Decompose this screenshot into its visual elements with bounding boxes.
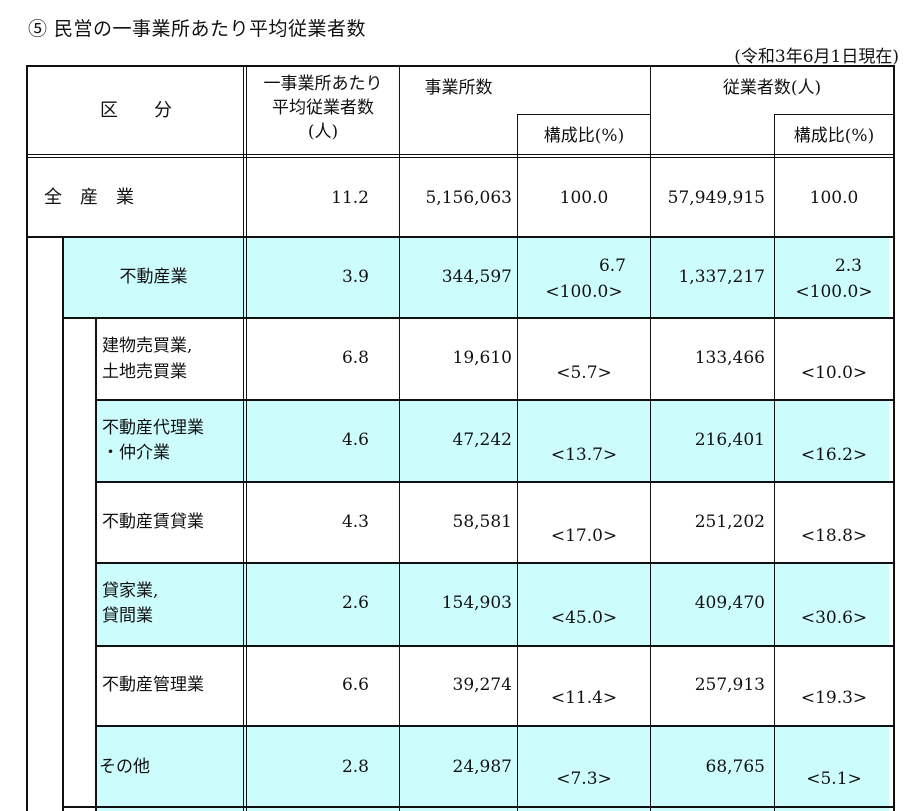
header-avg-line2: 平均従業者数 <box>272 98 374 118</box>
table-frame-top <box>26 65 895 67</box>
table-frame-right <box>893 65 895 811</box>
row-rule-1 <box>62 317 895 319</box>
row-ratio2-building-land-sales: <10.0> <box>800 363 868 383</box>
row-rule-4 <box>95 562 895 564</box>
row-emp-building-land-sales: 133,466 <box>694 348 765 368</box>
row-label-agency-brokerage-1: 不動産代理業 <box>102 418 204 438</box>
row-estab-all-industries: 5,156,063 <box>425 188 512 208</box>
row-avg-property-management: 6.6 <box>341 675 369 695</box>
row-avg-building-land-sales: 6.8 <box>341 348 369 368</box>
header-ratio-employees: 構成比(%) <box>793 126 875 146</box>
row-label-real-estate: 不動産業 <box>119 267 188 287</box>
row-ratio1-other: <7.3> <box>556 769 612 789</box>
row-ratio2-agency-brokerage: <16.2> <box>800 445 868 465</box>
category-col-rule-b <box>246 65 247 811</box>
row-ratio1-agency-brokerage: <13.7> <box>550 445 618 465</box>
header-ratio-establishments: 構成比(%) <box>543 126 625 146</box>
row-estab-property-management: 39,274 <box>452 675 512 695</box>
row-label-building-land-sales-1: 建物売買業, <box>102 336 193 356</box>
row-ratio1-real-estate: 6.7 <box>598 256 626 276</box>
header-rule-lower <box>26 157 895 158</box>
row-ratio1-all-industries: 100.0 <box>559 188 609 208</box>
header-rule-upper <box>26 154 895 155</box>
row-ratio2-real-estate: 2.3 <box>834 256 862 276</box>
header-avg-line1: 一事業所あたり <box>263 74 383 94</box>
row-estab-agency-brokerage: 47,242 <box>452 430 512 450</box>
row-label-property-management: 不動産管理業 <box>102 675 204 695</box>
row-rule-2 <box>95 399 895 401</box>
row-emp-real-estate-leasing: 251,202 <box>694 512 765 532</box>
row-estab-house-room-rental: 154,903 <box>441 593 512 613</box>
row-rule-6 <box>95 725 895 727</box>
row-emp-real-estate: 1,337,217 <box>678 267 765 287</box>
row-ratio1-house-room-rental: <45.0> <box>550 608 618 628</box>
header-avg-line3: (人) <box>307 122 339 142</box>
row-ratio1-real-estate-leasing: <17.0> <box>550 526 618 546</box>
reference-date: (令和3年6月1日現在) <box>734 47 899 67</box>
row-avg-agency-brokerage: 4.6 <box>341 430 369 450</box>
ratio1-header-rule <box>517 114 650 115</box>
row-emp-house-room-rental: 409,470 <box>694 593 765 613</box>
row-rule-all <box>26 236 895 238</box>
table-title: ⑤ 民営の一事業所あたり平均従業者数 <box>28 18 367 40</box>
row-ratio2-real-estate-leasing: <18.8> <box>800 526 868 546</box>
header-category: 区 分 <box>100 100 172 121</box>
row-ratio1-real-estate-share: <100.0> <box>545 282 623 302</box>
row-ratio2-house-room-rental: <30.6> <box>800 608 868 628</box>
row-avg-real-estate-leasing: 4.3 <box>341 512 369 532</box>
row-avg-real-estate: 3.9 <box>341 267 369 287</box>
row-estab-real-estate-leasing: 58,581 <box>452 512 512 532</box>
row-ratio2-all-industries: 100.0 <box>809 188 859 208</box>
row-ratio2-real-estate-share: <100.0> <box>795 282 873 302</box>
row-label-agency-brokerage-2: ・仲介業 <box>102 443 170 463</box>
row-emp-agency-brokerage: 216,401 <box>694 430 765 450</box>
row-ratio2-property-management: <19.3> <box>800 688 868 708</box>
row-emp-property-management: 257,913 <box>694 675 765 695</box>
row-ratio2-other: <5.1> <box>806 769 862 789</box>
row-label-house-room-rental-1: 貸家業, <box>102 581 159 601</box>
indent-rule-level2 <box>95 317 97 811</box>
row-label-house-room-rental-2: 貸間業 <box>102 606 153 626</box>
row-emp-all-industries: 57,949,915 <box>667 188 765 208</box>
header-employees: 従業者数(人) <box>722 78 822 98</box>
row-ratio1-property-management: <11.4> <box>550 688 618 708</box>
row-rule-5 <box>95 645 895 647</box>
row-estab-real-estate: 344,597 <box>441 267 512 287</box>
row-emp-other: 68,765 <box>705 757 765 777</box>
row-label-all-industries: 全 産 業 <box>44 187 134 208</box>
row-avg-house-room-rental: 2.6 <box>341 593 369 613</box>
row-label-building-land-sales-2: 土地売買業 <box>102 362 187 382</box>
row-avg-all-industries: 11.2 <box>331 188 369 208</box>
table-frame-left <box>26 65 28 811</box>
row-label-other: その他 <box>99 757 150 777</box>
indent-rule-level1 <box>62 236 64 811</box>
header-establishments: 事業所数 <box>424 78 493 98</box>
row-avg-other: 2.8 <box>341 757 369 777</box>
row-estab-other: 24,987 <box>452 757 512 777</box>
ratio2-header-rule <box>774 114 895 115</box>
row-label-real-estate-leasing: 不動産賃貸業 <box>102 512 204 532</box>
row-ratio1-building-land-sales: <5.7> <box>556 363 612 383</box>
row-estab-building-land-sales: 19,610 <box>452 348 512 368</box>
row-rule-7 <box>62 806 895 808</box>
category-col-rule-a <box>243 65 244 811</box>
row-rule-3 <box>95 481 895 483</box>
